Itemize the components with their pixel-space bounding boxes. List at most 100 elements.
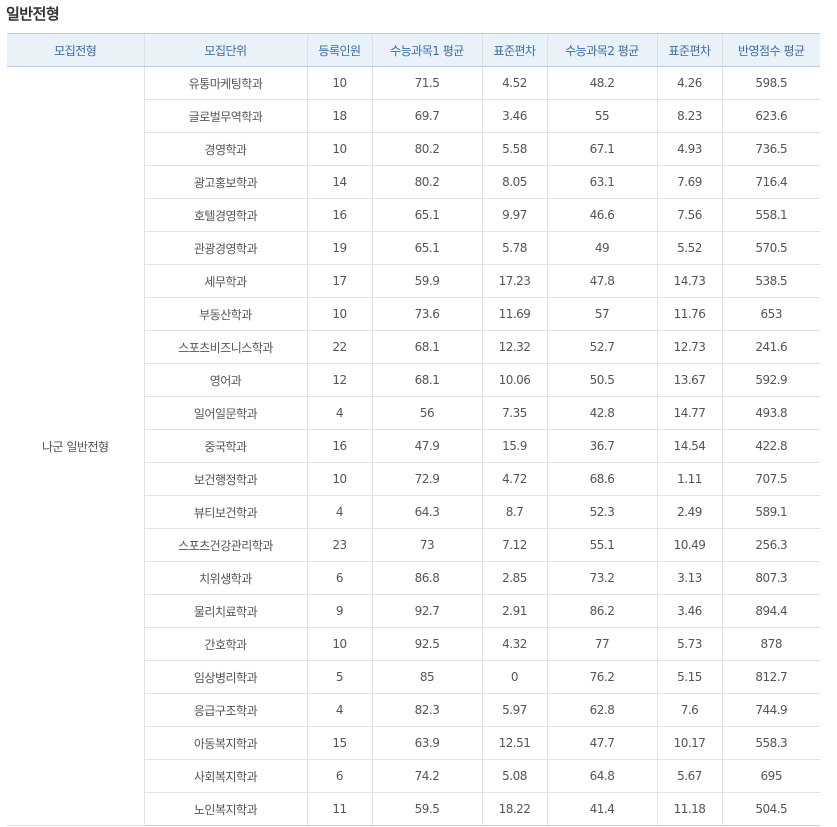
department-cell: 일어일문학과 — [143, 396, 307, 430]
subject1-avg-cell: 47.9 — [371, 429, 482, 463]
subject1-stddev-cell: 0 — [481, 660, 547, 694]
subject2-avg-cell: 52.7 — [546, 330, 657, 364]
subject2-stddev-cell: 3.13 — [656, 561, 722, 595]
score-avg-cell: 894.4 — [721, 594, 820, 628]
subject1-avg-cell: 59.9 — [371, 264, 482, 298]
department-cell: 영어과 — [143, 363, 307, 397]
subject2-stddev-cell: 5.73 — [656, 627, 722, 661]
subject1-stddev-cell: 7.35 — [481, 396, 547, 430]
subject1-stddev-cell: 10.06 — [481, 363, 547, 397]
score-avg-cell: 707.5 — [721, 462, 820, 496]
subject2-stddev-cell: 7.56 — [656, 198, 722, 232]
department-cell: 중국학과 — [143, 429, 307, 463]
subject1-stddev-cell: 15.9 — [481, 429, 547, 463]
subject2-avg-cell: 68.6 — [546, 462, 657, 496]
score-avg-cell: 744.9 — [721, 693, 820, 727]
department-cell: 경영학과 — [143, 132, 307, 166]
score-avg-cell: 241.6 — [721, 330, 820, 364]
score-avg-cell: 558.3 — [721, 726, 820, 760]
subject2-stddev-cell: 14.77 — [656, 396, 722, 430]
enrolled-cell: 6 — [306, 759, 372, 793]
subject1-avg-cell: 73 — [371, 528, 482, 562]
score-avg-cell: 422.8 — [721, 429, 820, 463]
subject1-avg-cell: 85 — [371, 660, 482, 694]
score-avg-cell: 493.8 — [721, 396, 820, 430]
subject1-stddev-cell: 7.12 — [481, 528, 547, 562]
subject1-avg-cell: 68.1 — [371, 363, 482, 397]
subject2-avg-cell: 41.4 — [546, 792, 657, 826]
header-subject1-stddev: 표준편차 — [481, 33, 547, 67]
subject1-avg-cell: 56 — [371, 396, 482, 430]
subject1-avg-cell: 92.7 — [371, 594, 482, 628]
subject2-stddev-cell: 1.11 — [656, 462, 722, 496]
subject1-stddev-cell: 12.32 — [481, 330, 547, 364]
subject1-avg-cell: 65.1 — [371, 198, 482, 232]
department-cell: 임상병리학과 — [143, 660, 307, 694]
subject2-avg-cell: 64.8 — [546, 759, 657, 793]
enrolled-cell: 10 — [306, 627, 372, 661]
department-cell: 간호학과 — [143, 627, 307, 661]
department-cell: 관광경영학과 — [143, 231, 307, 265]
subject1-stddev-cell: 18.22 — [481, 792, 547, 826]
subject2-avg-cell: 63.1 — [546, 165, 657, 199]
subject2-avg-cell: 48.2 — [546, 66, 657, 100]
subject2-avg-cell: 42.8 — [546, 396, 657, 430]
subject2-stddev-cell: 10.49 — [656, 528, 722, 562]
subject1-stddev-cell: 12.51 — [481, 726, 547, 760]
subject2-stddev-cell: 5.15 — [656, 660, 722, 694]
score-avg-cell: 589.1 — [721, 495, 820, 529]
subject1-stddev-cell: 5.58 — [481, 132, 547, 166]
department-cell: 보건행정학과 — [143, 462, 307, 496]
subject2-stddev-cell: 5.67 — [656, 759, 722, 793]
subject1-stddev-cell: 4.52 — [481, 66, 547, 100]
subject2-avg-cell: 86.2 — [546, 594, 657, 628]
enrolled-cell: 4 — [306, 495, 372, 529]
enrolled-cell: 11 — [306, 792, 372, 826]
subject2-stddev-cell: 12.73 — [656, 330, 722, 364]
header-enrolled: 등록인원 — [306, 33, 372, 67]
subject1-stddev-cell: 5.97 — [481, 693, 547, 727]
score-avg-cell: 878 — [721, 627, 820, 661]
enrolled-cell: 5 — [306, 660, 372, 694]
subject2-stddev-cell: 14.73 — [656, 264, 722, 298]
subject1-stddev-cell: 4.32 — [481, 627, 547, 661]
subject1-avg-cell: 80.2 — [371, 132, 482, 166]
department-cell: 스포츠건강관리학과 — [143, 528, 307, 562]
subject1-stddev-cell: 4.72 — [481, 462, 547, 496]
subject1-stddev-cell: 8.7 — [481, 495, 547, 529]
department-cell: 뷰티보건학과 — [143, 495, 307, 529]
enrolled-cell: 17 — [306, 264, 372, 298]
enrolled-cell: 22 — [306, 330, 372, 364]
subject1-stddev-cell: 5.08 — [481, 759, 547, 793]
admission-results-table: 모집전형 모집단위 등록인원 수능과목1 평균 표준편차 수능과목2 평균 표준… — [7, 33, 820, 826]
table-header-row: 모집전형 모집단위 등록인원 수능과목1 평균 표준편차 수능과목2 평균 표준… — [7, 33, 820, 67]
subject2-stddev-cell: 3.46 — [656, 594, 722, 628]
subject2-avg-cell: 76.2 — [546, 660, 657, 694]
subject2-avg-cell: 55.1 — [546, 528, 657, 562]
header-admission-type: 모집전형 — [7, 33, 144, 67]
enrolled-cell: 14 — [306, 165, 372, 199]
enrolled-cell: 10 — [306, 66, 372, 100]
subject1-avg-cell: 69.7 — [371, 99, 482, 133]
score-avg-cell: 695 — [721, 759, 820, 793]
subject2-avg-cell: 47.8 — [546, 264, 657, 298]
header-subject2-avg: 수능과목2 평균 — [546, 33, 657, 67]
subject1-avg-cell: 59.5 — [371, 792, 482, 826]
subject2-stddev-cell: 13.67 — [656, 363, 722, 397]
subject2-avg-cell: 57 — [546, 297, 657, 331]
department-cell: 물리치료학과 — [143, 594, 307, 628]
score-avg-cell: 558.1 — [721, 198, 820, 232]
department-cell: 아동복지학과 — [143, 726, 307, 760]
subject1-stddev-cell: 8.05 — [481, 165, 547, 199]
enrolled-cell: 4 — [306, 693, 372, 727]
subject1-avg-cell: 64.3 — [371, 495, 482, 529]
enrolled-cell: 10 — [306, 132, 372, 166]
department-cell: 치위생학과 — [143, 561, 307, 595]
score-avg-cell: 504.5 — [721, 792, 820, 826]
subject1-stddev-cell: 11.69 — [481, 297, 547, 331]
subject1-stddev-cell: 2.85 — [481, 561, 547, 595]
score-avg-cell: 716.4 — [721, 165, 820, 199]
subject2-avg-cell: 52.3 — [546, 495, 657, 529]
subject2-stddev-cell: 14.54 — [656, 429, 722, 463]
subject2-stddev-cell: 11.18 — [656, 792, 722, 826]
